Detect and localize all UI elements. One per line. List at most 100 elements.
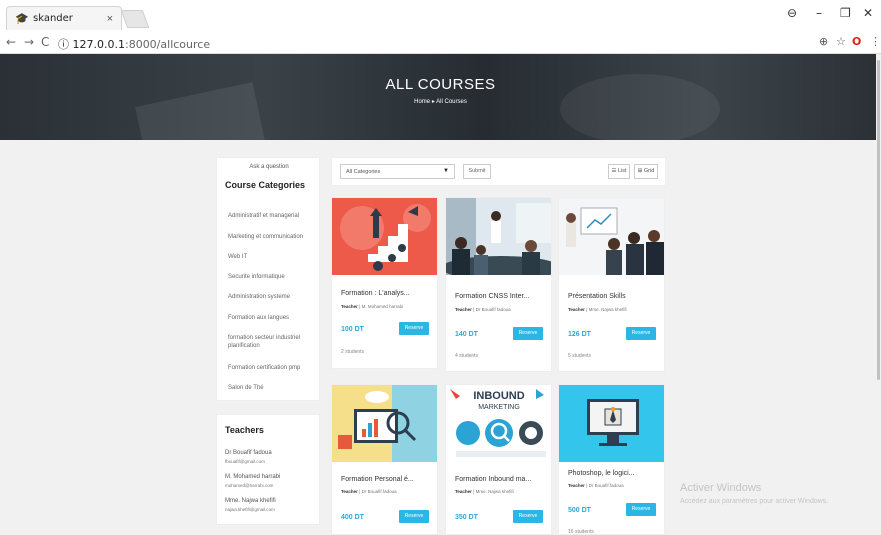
- course-card[interactable]: Formation Personal é... Teacher | Dr Bou…: [331, 384, 438, 535]
- course-card[interactable]: INBOUND MARKETING Formation Inbound ma..…: [445, 384, 552, 535]
- browser-tab-bar: 🎓 skander × ⊖ – ❐ ✕: [0, 0, 881, 32]
- caret-down-icon: ▼: [443, 168, 449, 174]
- category-item[interactable]: Formation certification pmp: [228, 364, 318, 372]
- graduation-cap-icon: 🎓: [15, 12, 29, 25]
- browser-tab[interactable]: 🎓 skander ×: [6, 6, 122, 30]
- course-title[interactable]: Formation Personal é...: [341, 476, 414, 483]
- inbound-line2: MARKETING: [478, 404, 520, 411]
- course-title[interactable]: Formation Inbound ma...: [455, 476, 531, 483]
- url-path: :8000/allcource: [124, 38, 211, 51]
- course-teacher: Teacher | Dr Bouafif fadoua: [341, 489, 397, 494]
- filter-bar: All Categories ▼ Submit ☰ List ⊞ Grid: [331, 157, 666, 186]
- course-image-meeting: [446, 198, 551, 275]
- category-item[interactable]: Marketing et communication: [228, 233, 318, 241]
- windows-watermark-subtitle: Accédez aux paramètres pour activer Wind…: [680, 498, 829, 505]
- category-select[interactable]: All Categories ▼: [340, 164, 455, 179]
- teachers-heading: Teachers: [225, 425, 264, 435]
- maximize-icon[interactable]: ❐: [840, 6, 851, 20]
- zoom-icon[interactable]: ⊕: [819, 35, 828, 48]
- back-arrow-icon[interactable]: ←: [6, 35, 16, 49]
- list-view-button[interactable]: ☰ List: [608, 164, 630, 179]
- minimize-icon[interactable]: –: [816, 6, 822, 20]
- course-image-presentation: [559, 198, 664, 275]
- course-students: 2 students: [341, 349, 365, 355]
- teacher-name: Mme. Najwa khefifi: [588, 307, 627, 312]
- course-image-inbound: INBOUND MARKETING: [446, 385, 551, 462]
- category-item[interactable]: Administration systeme: [228, 293, 318, 301]
- page-hero: ALL COURSES Home ▸ All Courses: [0, 54, 881, 140]
- close-window-icon[interactable]: ✕: [863, 6, 873, 20]
- teacher-name: Dr Bouafif fadoua: [475, 307, 511, 312]
- teacher-prefix: Teacher: [568, 483, 585, 488]
- course-card[interactable]: Formation : L'analys... Teacher | M. Moh…: [331, 197, 438, 369]
- tab-title: skander: [33, 13, 73, 24]
- category-select-value: All Categories: [346, 169, 381, 175]
- scrollbar-thumb[interactable]: [877, 60, 880, 380]
- category-item[interactable]: Salon de Thé: [228, 384, 318, 392]
- reserve-button[interactable]: Reserve: [626, 327, 656, 340]
- page-title: ALL COURSES: [385, 76, 496, 93]
- teacher-name[interactable]: M. Mohamed harrabi: [225, 474, 280, 480]
- forward-arrow-icon[interactable]: →: [24, 35, 34, 49]
- url-field[interactable]: ⓘ 127.0.0.1:8000/allcource: [58, 36, 210, 52]
- course-students: 16 students: [568, 529, 594, 535]
- reserve-button[interactable]: Reserve: [399, 510, 429, 523]
- inbound-line1: INBOUND: [473, 390, 524, 402]
- breadcrumb: Home ▸ All Courses: [0, 98, 881, 105]
- reserve-button[interactable]: Reserve: [513, 327, 543, 340]
- course-teacher: Teacher | Dr Bouafif fadoua: [455, 307, 511, 312]
- category-item[interactable]: Administratif et managerial: [228, 212, 318, 220]
- course-card[interactable]: Formation CNSS Inter... Teacher | Dr Bou…: [445, 197, 552, 372]
- url-host: 127.0.0.1: [72, 38, 125, 51]
- course-students: 4 students: [455, 353, 479, 359]
- course-image-photoshop: [559, 385, 664, 462]
- profile-icon[interactable]: ⊖: [787, 6, 797, 20]
- teacher-name[interactable]: Dr Bouafif fadoua: [225, 450, 272, 456]
- teacher-email: mohamed@harrabi.com: [225, 483, 274, 488]
- breadcrumb-home[interactable]: Home: [414, 99, 430, 105]
- course-teacher: Teacher | Mme. Najwa khefifi: [568, 307, 627, 312]
- teacher-name: M. Mohamed harrabi: [361, 304, 404, 309]
- course-price: 100 DT: [341, 326, 364, 333]
- course-card[interactable]: Photoshop, le logici... Teacher | Dr Bou…: [558, 384, 665, 535]
- course-title[interactable]: Formation : L'analys...: [341, 290, 410, 297]
- reserve-button[interactable]: Reserve: [513, 510, 543, 523]
- submit-button[interactable]: Submit: [463, 164, 491, 179]
- course-title[interactable]: Présentation Skills: [568, 293, 626, 300]
- category-sidebar: Ask a question Course Categories Adminis…: [216, 157, 320, 401]
- course-price: 126 DT: [568, 331, 591, 338]
- grid-view-button[interactable]: ⊞ Grid: [634, 164, 658, 179]
- course-price: 350 DT: [455, 514, 478, 521]
- course-teacher: Teacher | M. Mohamed harrabi: [341, 304, 404, 309]
- teacher-prefix: Teacher: [341, 489, 358, 494]
- breadcrumb-separator: ▸: [431, 99, 435, 105]
- reserve-button[interactable]: Reserve: [626, 503, 656, 516]
- course-title[interactable]: Photoshop, le logici...: [568, 470, 635, 477]
- course-teacher: Teacher | Mme. Najwa khefifi: [455, 489, 514, 494]
- teachers-panel: Teachers Dr Bouafif fadoua fbouafif@gmai…: [216, 414, 320, 525]
- menu-icon[interactable]: ⋮: [870, 35, 881, 48]
- breadcrumb-current: All Courses: [436, 99, 467, 105]
- course-title[interactable]: Formation CNSS Inter...: [455, 293, 529, 300]
- new-tab-button[interactable]: [120, 10, 150, 28]
- reload-icon[interactable]: C: [41, 35, 49, 49]
- category-item[interactable]: Web IT: [228, 253, 318, 261]
- teacher-name[interactable]: Mme. Najwa khefifi: [225, 498, 276, 504]
- category-item[interactable]: Securite informatique: [228, 273, 318, 281]
- course-image-analytics: [332, 385, 437, 462]
- tab-close-icon[interactable]: ×: [107, 13, 113, 25]
- teacher-prefix: Teacher: [455, 489, 472, 494]
- category-item[interactable]: Formation aux langues: [228, 314, 318, 322]
- course-price: 500 DT: [568, 507, 591, 514]
- course-image-growth: [332, 198, 437, 275]
- course-card[interactable]: Présentation Skills Teacher | Mme. Najwa…: [558, 197, 665, 372]
- teacher-prefix: Teacher: [341, 304, 358, 309]
- ask-question-link[interactable]: Ask a question: [217, 164, 321, 170]
- reserve-button[interactable]: Reserve: [399, 322, 429, 335]
- course-students: 5 students: [568, 353, 592, 359]
- bookmark-star-icon[interactable]: ☆: [836, 35, 846, 48]
- opera-icon[interactable]: O: [852, 35, 861, 48]
- category-item[interactable]: formation secteur industriel planificati…: [228, 334, 318, 350]
- teacher-email: fbouafif@gmail.com: [225, 459, 265, 464]
- address-bar: ← → C ⓘ 127.0.0.1:8000/allcource ⊕ ☆ O ⋮: [0, 32, 881, 54]
